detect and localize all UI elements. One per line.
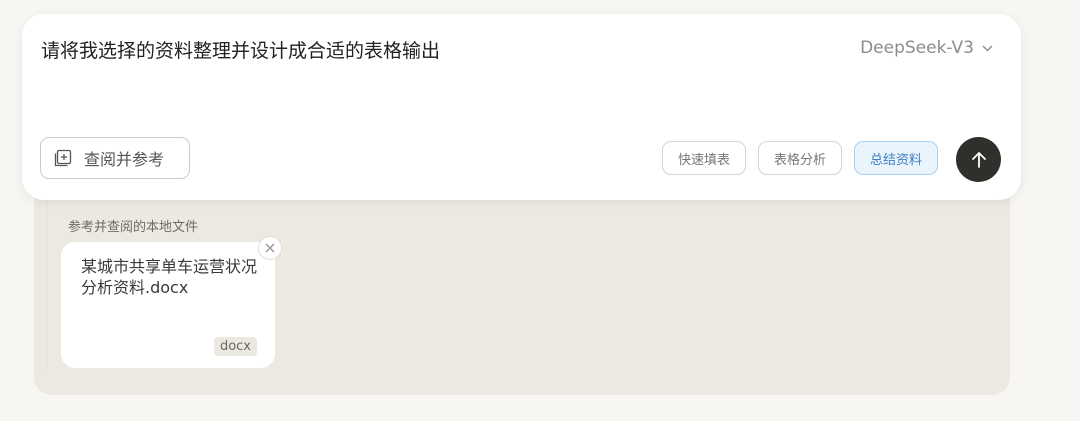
file-name: 某城市共享单车运营状况分析资料.docx [81, 257, 258, 297]
reference-button[interactable]: 查阅并参考 [40, 137, 190, 179]
quick-fill-chip[interactable]: 快速填表 [662, 141, 746, 175]
file-type-badge: docx [213, 337, 257, 356]
reference-title: 参考并查阅的本地文件 [68, 220, 199, 235]
remove-file-button[interactable] [258, 236, 282, 260]
reference-divider [46, 200, 47, 370]
close-icon [265, 243, 275, 253]
reference-button-label: 查阅并参考 [84, 150, 165, 169]
prompt-input[interactable]: 请将我选择的资料整理并设计成合适的表格输出 [41, 36, 440, 63]
summarize-chip[interactable]: 总结资料 [854, 141, 938, 175]
arrow-up-icon [971, 151, 986, 168]
file-card[interactable]: 某城市共享单车运营状况分析资料.docx docx [61, 242, 275, 368]
table-analysis-chip[interactable]: 表格分析 [758, 141, 842, 175]
model-name: DeepSeek-V3 [860, 38, 974, 58]
chevron-down-icon [982, 45, 993, 51]
send-button[interactable] [956, 137, 1001, 182]
composer-card: 请将我选择的资料整理并设计成合适的表格输出 DeepSeek-V3 查阅并参考 … [22, 14, 1021, 200]
model-selector[interactable]: DeepSeek-V3 [860, 38, 993, 58]
add-document-icon [54, 149, 72, 167]
